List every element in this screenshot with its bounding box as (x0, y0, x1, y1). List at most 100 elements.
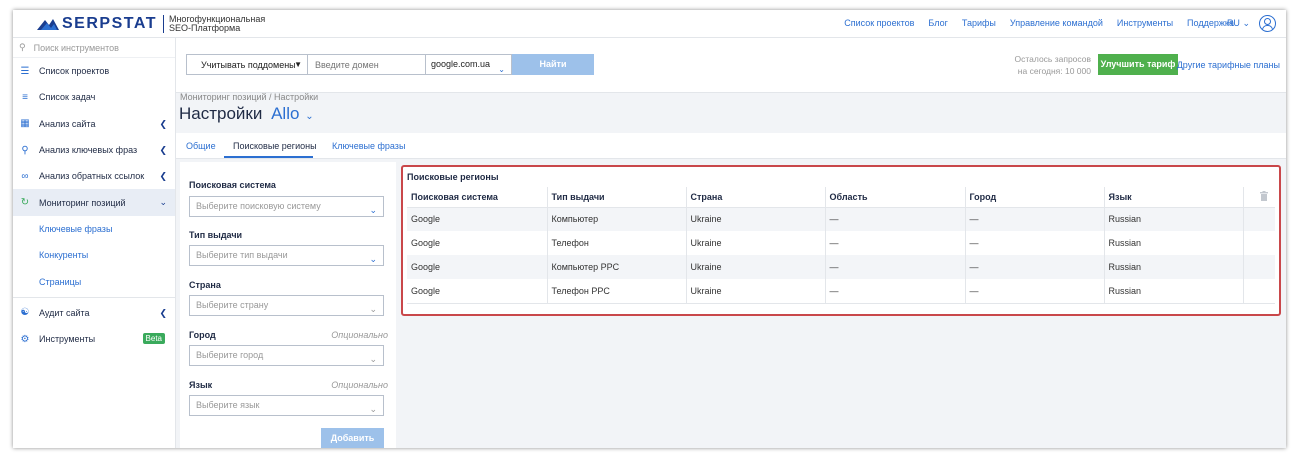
logo-separator (162, 15, 164, 33)
chevron-down-icon: ⌄ (369, 304, 377, 314)
chart-icon: ▦ (20, 118, 30, 130)
sidebar-item-label: Анализ ключевых фраз (39, 145, 138, 156)
domain-input[interactable] (307, 54, 426, 75)
cell-region: — (825, 255, 966, 279)
city-select[interactable]: Выберите город ⌄ (189, 345, 384, 366)
cell-country: Ukraine (686, 207, 826, 231)
language-placeholder: Выберите язык (196, 400, 260, 410)
sidebar-item-label: Список задач (39, 92, 96, 103)
sidebar-item-keyword-analysis[interactable]: ⚲ Анализ ключевых фраз ❮ (13, 137, 175, 163)
sidebar-item-label: Мониторинг позиций (39, 197, 126, 208)
sidebar-item-label: Анализ сайта (39, 118, 96, 129)
breadcrumb: Мониторинг позиций / Настройки (180, 92, 319, 102)
cell-type: Телефон (547, 231, 687, 255)
column-header: Страна (686, 187, 826, 208)
tab-general[interactable]: Общие (186, 141, 216, 151)
search-engine-select[interactable]: google.com.ua ⌄ (425, 54, 512, 75)
chevron-left-icon: ❮ (159, 118, 167, 129)
link-icon: ∞ (21, 170, 29, 182)
tab-search-regions[interactable]: Поисковые регионы (233, 141, 317, 151)
topnav-tools[interactable]: Инструменты (1117, 18, 1173, 28)
search-engine-value: google.com.ua (431, 59, 491, 69)
column-header: Язык (1104, 187, 1244, 208)
chevron-down-icon[interactable]: ⌄ (305, 111, 313, 122)
sidebar-item-rank-tracker[interactable]: ↻ Мониторинг позиций ⌄ (13, 189, 175, 216)
user-icon[interactable] (1259, 15, 1276, 32)
cell-actions (1243, 255, 1275, 279)
sidebar-subitem-keywords[interactable]: Ключевые фразы (13, 216, 175, 242)
cell-engine: Google (407, 231, 548, 255)
chevron-left-icon: ❮ (159, 144, 167, 155)
cell-actions (1243, 279, 1275, 304)
add-region-form: Поисковая система Выберите поисковую сис… (180, 162, 396, 448)
add-button[interactable]: Добавить (321, 428, 384, 448)
requests-quota: Осталось запросов на сегодня: 10 000 (1015, 53, 1091, 77)
active-tab-indicator (224, 156, 313, 158)
sidebar-item-label: Инструменты (39, 334, 96, 345)
sidebar-item-label: Список проектов (39, 66, 110, 77)
cell-region: — (825, 207, 966, 231)
cell-type: Компьютер PPC (547, 255, 687, 279)
project-selector[interactable]: Allo (271, 104, 299, 123)
sidebar-subitem-pages[interactable]: Страницы (13, 268, 175, 294)
other-plans-link[interactable]: Другие тарифные планы (1177, 60, 1280, 70)
type-select[interactable]: Выберите тип выдачи ⌄ (189, 245, 384, 266)
chevron-down-icon: ⌄ (369, 404, 377, 414)
city-placeholder: Выберите город (196, 350, 264, 360)
list-icon: ≡ (22, 91, 28, 103)
brand-tagline-line2: SEO-Платформа (168, 23, 241, 33)
tab-keywords[interactable]: Ключевые фразы (332, 141, 405, 151)
topnav-projects[interactable]: Список проектов (844, 18, 914, 28)
sidebar-item-projects[interactable]: ☰ Список проектов (13, 58, 175, 84)
cell-country: Ukraine (686, 231, 826, 255)
city-label: Город (189, 330, 216, 340)
table-row[interactable]: Google Компьютер PPC Ukraine — — Russian (407, 255, 1275, 279)
sidebar-subitem-competitors[interactable]: Конкуренты (13, 242, 175, 268)
brand-name: SERPSTAT (62, 15, 157, 32)
brand-tagline: Многофункциональная SEO-Платформа (169, 15, 265, 33)
trash-icon[interactable] (1259, 190, 1268, 201)
quota-line2: на сегодня: 10 000 (1017, 66, 1091, 76)
sidebar-item-site-analysis[interactable]: ▦ Анализ сайта ❮ (13, 111, 175, 137)
cell-actions (1243, 207, 1275, 231)
country-select[interactable]: Выберите страну ⌄ (189, 295, 384, 316)
beta-badge: Beta (142, 332, 165, 344)
settings-tabs: Общие Поисковые регионы Ключевые фразы (176, 133, 1286, 159)
cell-language: Russian (1104, 279, 1244, 304)
topnav-blog[interactable]: Блог (928, 18, 947, 28)
page-title-text: Настройки (179, 104, 263, 123)
column-header: Город (965, 187, 1105, 208)
language-select[interactable]: Выберите язык ⌄ (189, 395, 384, 416)
delete-all-cell (1243, 187, 1275, 208)
cell-region: — (825, 279, 966, 304)
quota-line1: Осталось запросов (1014, 54, 1091, 64)
tool-search[interactable]: ⚲ Поиск инструментов (13, 38, 175, 58)
chevron-left-icon: ❮ (159, 307, 167, 318)
language-switch[interactable]: RU ⌄ (1227, 18, 1250, 29)
search-regions-panel: Поисковые регионы Поисковая система Тип … (401, 165, 1281, 316)
regions-table: Поисковая система Тип выдачи Страна Обла… (407, 187, 1275, 304)
logo[interactable]: SERPSTAT Многофункциональная SEO-Платфор… (37, 15, 265, 33)
upgrade-plan-button[interactable]: Улучшить тариф (1098, 54, 1178, 75)
sidebar-item-site-audit[interactable]: ☯ Аудит сайта ❮ (13, 300, 175, 326)
chevron-left-icon: ❮ (159, 171, 167, 182)
engine-label: Поисковая система (189, 180, 276, 190)
cell-engine: Google (407, 207, 548, 231)
sidebar-item-tools[interactable]: ⚙ Инструменты Beta (13, 326, 175, 352)
language-label: Язык (189, 380, 213, 390)
find-button[interactable]: Найти (512, 54, 594, 75)
engine-select[interactable]: Выберите поисковую систему ⌄ (189, 196, 384, 217)
sidebar: ⚲ Поиск инструментов ☰ Список проектов ≡… (13, 38, 176, 448)
gear-icon: ⚙ (20, 333, 30, 345)
table-row[interactable]: Google Компьютер Ukraine — — Russian (407, 207, 1275, 231)
sidebar-item-tasks[interactable]: ≡ Список задач (13, 84, 175, 110)
column-header: Область (825, 187, 966, 208)
sidebar-item-backlinks[interactable]: ∞ Анализ обратных ссылок ❮ (13, 163, 175, 189)
subdomain-select[interactable]: Учитывать поддомены ▼ (186, 54, 308, 75)
topnav-pricing[interactable]: Тарифы (962, 18, 996, 28)
table-row[interactable]: Google Телефон Ukraine — — Russian (407, 231, 1275, 255)
engine-placeholder: Выберите поисковую систему (196, 201, 321, 211)
topnav-team[interactable]: Управление командой (1010, 18, 1103, 28)
table-row[interactable]: Google Телефон PPC Ukraine — — Russian (407, 279, 1275, 304)
sidebar-item-label: Аудит сайта (39, 307, 90, 318)
